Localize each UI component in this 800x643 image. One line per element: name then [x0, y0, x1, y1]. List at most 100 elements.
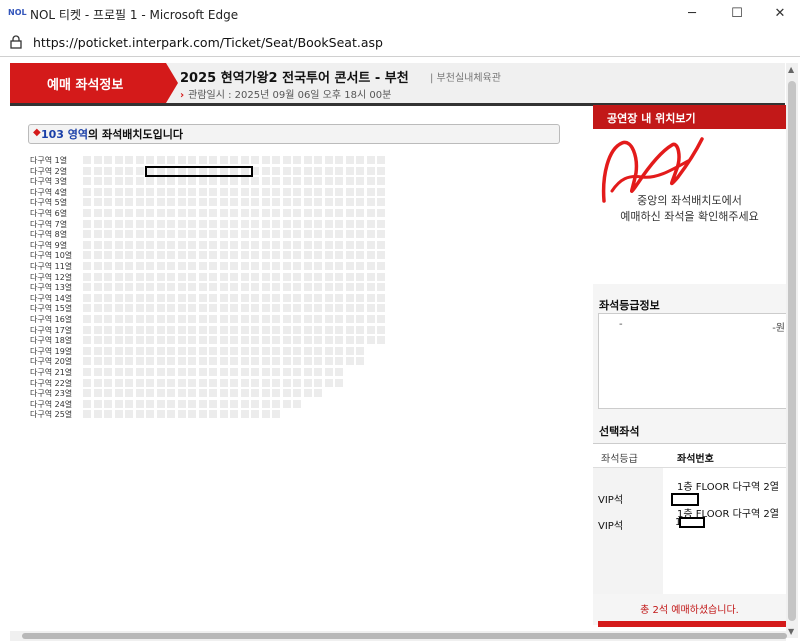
- seat[interactable]: [240, 219, 249, 228]
- seat[interactable]: [93, 346, 102, 355]
- seat[interactable]: [251, 251, 259, 260]
- seat[interactable]: [188, 378, 196, 387]
- seat[interactable]: [104, 230, 112, 239]
- seat[interactable]: [177, 336, 186, 345]
- seat[interactable]: [167, 399, 175, 408]
- seat[interactable]: [314, 368, 322, 376]
- seat[interactable]: [125, 240, 133, 249]
- seat[interactable]: [83, 325, 91, 334]
- seat[interactable]: [188, 293, 196, 302]
- seat[interactable]: [104, 399, 112, 408]
- seat[interactable]: [282, 187, 291, 196]
- seat[interactable]: [356, 187, 364, 196]
- seat[interactable]: [366, 209, 375, 217]
- seat[interactable]: [335, 166, 343, 175]
- seat[interactable]: [335, 177, 343, 186]
- seat[interactable]: [251, 410, 259, 419]
- seat[interactable]: [272, 166, 280, 175]
- seat[interactable]: [230, 378, 238, 387]
- seat[interactable]: [261, 166, 270, 175]
- seat[interactable]: [135, 230, 144, 239]
- seat[interactable]: [135, 262, 144, 270]
- seat[interactable]: [104, 251, 112, 260]
- seat[interactable]: [188, 368, 196, 376]
- seat[interactable]: [314, 262, 322, 270]
- seat[interactable]: [198, 399, 207, 408]
- seat[interactable]: [177, 251, 186, 260]
- seat[interactable]: [366, 240, 375, 249]
- seat[interactable]: [314, 293, 322, 302]
- seat[interactable]: [261, 219, 270, 228]
- seat[interactable]: [167, 336, 175, 345]
- seat[interactable]: [167, 251, 175, 260]
- seat[interactable]: [366, 293, 375, 302]
- seat[interactable]: [125, 219, 133, 228]
- seat[interactable]: [293, 240, 301, 249]
- seat[interactable]: [167, 156, 175, 164]
- seat[interactable]: [282, 399, 291, 408]
- seat[interactable]: [314, 198, 322, 207]
- seat[interactable]: [324, 293, 333, 302]
- seat[interactable]: [293, 166, 301, 175]
- seat[interactable]: [125, 389, 133, 398]
- seat[interactable]: [198, 304, 207, 313]
- seat[interactable]: [240, 368, 249, 376]
- seat[interactable]: [209, 219, 217, 228]
- seat[interactable]: [324, 240, 333, 249]
- seat[interactable]: [261, 240, 270, 249]
- seat[interactable]: [219, 378, 228, 387]
- seat[interactable]: [303, 156, 312, 164]
- seat[interactable]: [293, 251, 301, 260]
- seat[interactable]: [261, 230, 270, 239]
- seat[interactable]: [219, 240, 228, 249]
- seat[interactable]: [356, 262, 364, 270]
- seat[interactable]: [282, 166, 291, 175]
- seat[interactable]: [198, 209, 207, 217]
- seat[interactable]: [135, 389, 144, 398]
- seat[interactable]: [230, 209, 238, 217]
- seat[interactable]: [240, 346, 249, 355]
- seat[interactable]: [114, 368, 123, 376]
- seat[interactable]: [282, 240, 291, 249]
- seat[interactable]: [230, 336, 238, 345]
- seat[interactable]: [125, 209, 133, 217]
- seat[interactable]: [114, 251, 123, 260]
- seat[interactable]: [198, 315, 207, 323]
- seat[interactable]: [261, 399, 270, 408]
- seat[interactable]: [209, 357, 217, 366]
- seat[interactable]: [293, 272, 301, 281]
- seat[interactable]: [272, 346, 280, 355]
- seat[interactable]: [188, 240, 196, 249]
- seat[interactable]: [188, 230, 196, 239]
- seat[interactable]: [188, 156, 196, 164]
- seat[interactable]: [261, 304, 270, 313]
- seat[interactable]: [135, 315, 144, 323]
- seat[interactable]: [240, 272, 249, 281]
- seat[interactable]: [219, 346, 228, 355]
- seat[interactable]: [135, 166, 144, 175]
- seat[interactable]: [177, 156, 186, 164]
- seat[interactable]: [366, 230, 375, 239]
- seat[interactable]: [293, 325, 301, 334]
- seat[interactable]: [345, 315, 354, 323]
- seat[interactable]: [135, 156, 144, 164]
- seat[interactable]: [377, 219, 385, 228]
- seat[interactable]: [114, 410, 123, 419]
- seat[interactable]: [230, 389, 238, 398]
- seat[interactable]: [293, 293, 301, 302]
- seat[interactable]: [146, 346, 154, 355]
- seat[interactable]: [125, 251, 133, 260]
- seat[interactable]: [230, 346, 238, 355]
- seat[interactable]: [240, 378, 249, 387]
- seat[interactable]: [198, 177, 207, 186]
- seat[interactable]: [209, 325, 217, 334]
- seat[interactable]: [303, 177, 312, 186]
- seat[interactable]: [156, 251, 165, 260]
- seat[interactable]: [282, 230, 291, 239]
- seat[interactable]: [366, 315, 375, 323]
- seat[interactable]: [114, 177, 123, 186]
- seat[interactable]: [146, 389, 154, 398]
- seat[interactable]: [345, 209, 354, 217]
- seat[interactable]: [125, 230, 133, 239]
- seat[interactable]: [114, 357, 123, 366]
